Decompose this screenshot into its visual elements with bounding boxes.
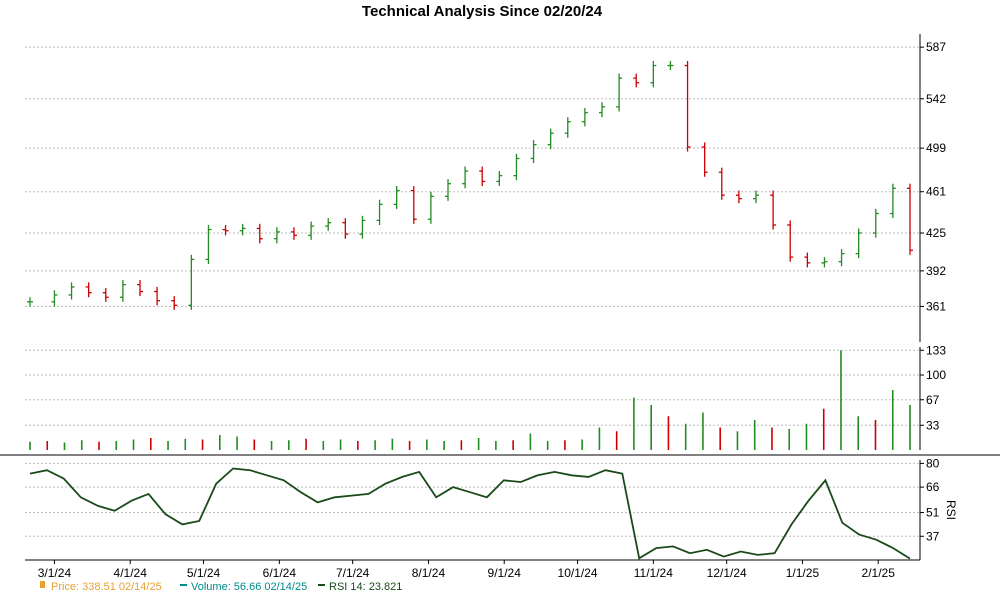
legend-label: RSI 14: 23.821 bbox=[329, 581, 402, 593]
legend-item: RSI 14: 23.821 bbox=[318, 581, 402, 593]
chart-title: Technical Analysis Since 02/20/24 bbox=[362, 3, 603, 20]
technical-analysis-chart: Technical Analysis Since 02/20/24 587 542… bbox=[0, 3, 1000, 593]
x-tick-label: 1/1/25 bbox=[786, 566, 820, 580]
price-tick-label: 392 bbox=[926, 264, 946, 278]
rsi-line bbox=[29, 467, 911, 560]
volume-tick-label: 133 bbox=[926, 343, 946, 357]
legend-label: Price: 338.51 02/14/25 bbox=[51, 581, 162, 593]
price-tick-label: 425 bbox=[926, 226, 946, 240]
legend-swatch bbox=[40, 581, 45, 588]
x-tick-label: 9/1/24 bbox=[488, 566, 522, 580]
rsi-tick-label: 80 bbox=[926, 456, 940, 470]
rsi-tick-label: 66 bbox=[926, 480, 940, 494]
x-tick-label: 4/1/24 bbox=[114, 566, 148, 580]
legend-label: Volume: 56.66 02/14/25 bbox=[191, 581, 307, 593]
x-tick-label: 3/1/24 bbox=[38, 566, 72, 580]
rsi-axis-label: RSI bbox=[944, 500, 958, 520]
x-tick-label: 11/1/24 bbox=[634, 566, 673, 580]
price-tick-label: 461 bbox=[926, 185, 946, 199]
rsi-tick-label: 37 bbox=[926, 529, 940, 543]
chart-root: Technical Analysis Since 02/20/24 587 542… bbox=[0, 0, 1000, 600]
price-tick-label: 361 bbox=[926, 299, 946, 313]
volume-tick-label: 33 bbox=[926, 418, 940, 432]
volume-tick-label: 67 bbox=[926, 393, 940, 407]
x-tick-label: 2/1/25 bbox=[862, 566, 896, 580]
x-tick-label: 5/1/24 bbox=[187, 566, 221, 580]
x-tick-label: 10/1/24 bbox=[558, 566, 598, 580]
price-tick-label: 499 bbox=[926, 141, 946, 155]
x-tick-label: 6/1/24 bbox=[263, 566, 297, 580]
price-tick-label: 542 bbox=[926, 92, 946, 106]
rsi-tick-label: 51 bbox=[926, 506, 940, 520]
legend-item: Volume: 56.66 02/14/25 bbox=[180, 581, 307, 593]
volume-tick-label: 100 bbox=[926, 368, 946, 382]
legend-item: Price: 338.51 02/14/25 bbox=[40, 581, 162, 593]
x-tick-label: 7/1/24 bbox=[336, 566, 370, 580]
price-tick-label: 587 bbox=[926, 40, 946, 54]
x-tick-label: 8/1/24 bbox=[412, 566, 446, 580]
x-tick-label: 12/1/24 bbox=[707, 566, 747, 580]
